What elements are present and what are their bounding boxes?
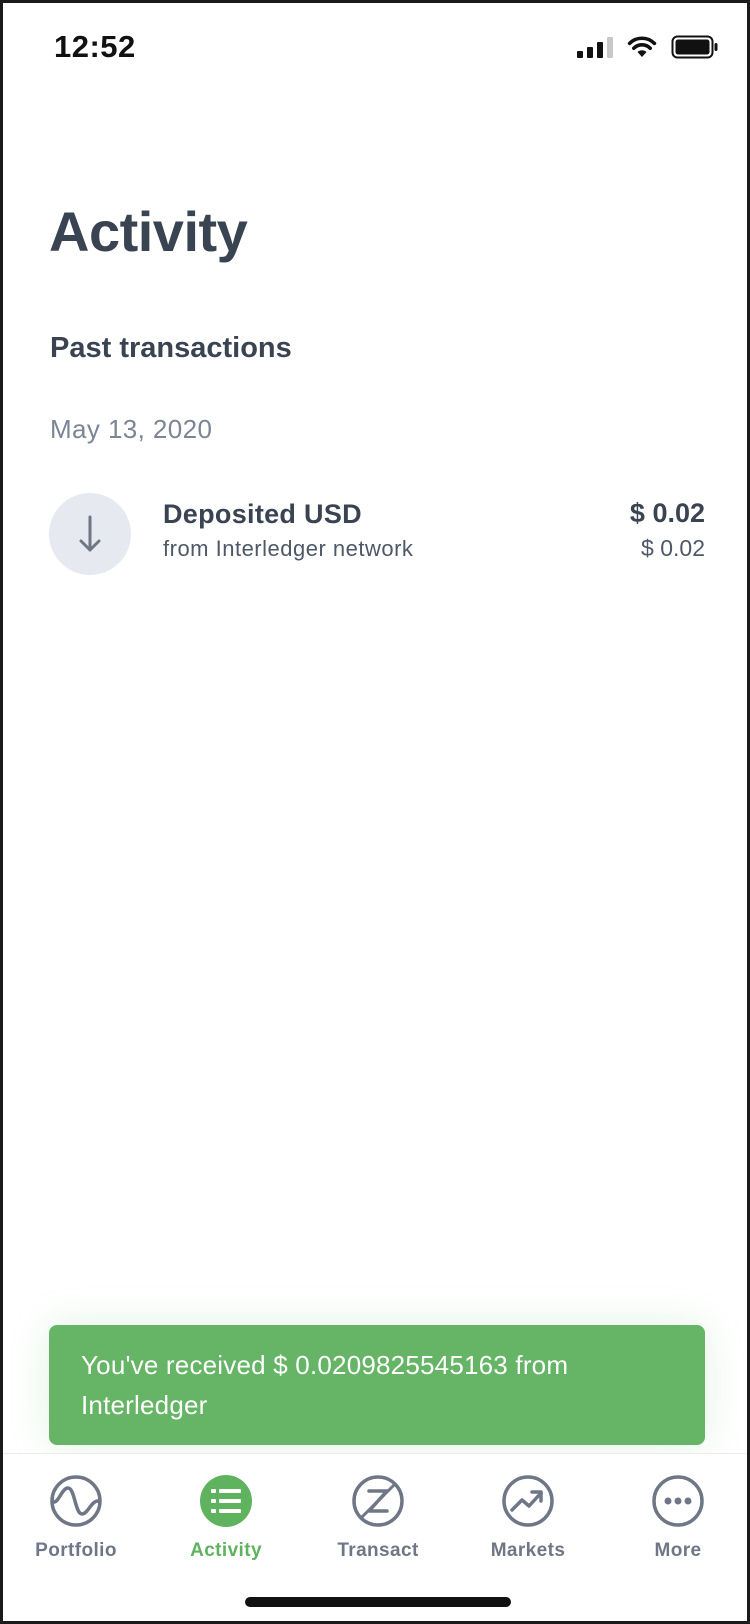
tab-transact[interactable]: Transact bbox=[308, 1474, 448, 1562]
tab-markets[interactable]: Markets bbox=[458, 1474, 598, 1562]
tab-label: Markets bbox=[490, 1540, 566, 1561]
activity-screen: 12:52 Activity Past transactions May 13,… bbox=[0, 0, 750, 1624]
more-dots-icon bbox=[651, 1474, 705, 1528]
status-bar: 12:52 bbox=[3, 3, 747, 95]
arrow-down-icon bbox=[49, 493, 131, 575]
tab-activity[interactable]: Activity bbox=[156, 1474, 296, 1562]
tab-label: Portfolio bbox=[35, 1540, 117, 1561]
tab-portfolio[interactable]: Portfolio bbox=[6, 1474, 146, 1562]
home-indicator[interactable] bbox=[245, 1597, 511, 1607]
page-title: Activity bbox=[49, 200, 248, 263]
transaction-amount: $ 0.02 bbox=[629, 498, 705, 528]
tab-label: Transact bbox=[337, 1540, 419, 1561]
tab-more[interactable]: More bbox=[608, 1474, 747, 1562]
date-label: May 13, 2020 bbox=[50, 414, 213, 444]
tab-label: More bbox=[654, 1540, 702, 1561]
status-icons bbox=[577, 35, 719, 59]
section-title: Past transactions bbox=[50, 332, 292, 364]
status-time: 12:52 bbox=[54, 29, 136, 64]
tab-label: Activity bbox=[190, 1540, 262, 1561]
battery-icon bbox=[671, 35, 718, 59]
portfolio-wave-icon bbox=[49, 1474, 103, 1528]
toast-message: You've received $ 0.0209825545163 from I… bbox=[81, 1350, 569, 1420]
markets-trend-icon bbox=[501, 1474, 555, 1528]
transact-z-icon bbox=[351, 1474, 405, 1528]
transaction-title: Deposited USD bbox=[163, 499, 362, 529]
transaction-amount-secondary: $ 0.02 bbox=[641, 535, 705, 561]
activity-list-icon bbox=[199, 1474, 253, 1528]
bottom-nav: Portfolio Activity Transact Markets More bbox=[3, 1453, 747, 1621]
signal-icon bbox=[577, 36, 613, 58]
received-toast[interactable]: You've received $ 0.0209825545163 from I… bbox=[49, 1325, 705, 1445]
transaction-subtitle: from Interledger network bbox=[163, 536, 414, 561]
wifi-icon bbox=[627, 36, 657, 57]
transaction-row[interactable]: Deposited USD from Interledger network $… bbox=[49, 491, 705, 575]
